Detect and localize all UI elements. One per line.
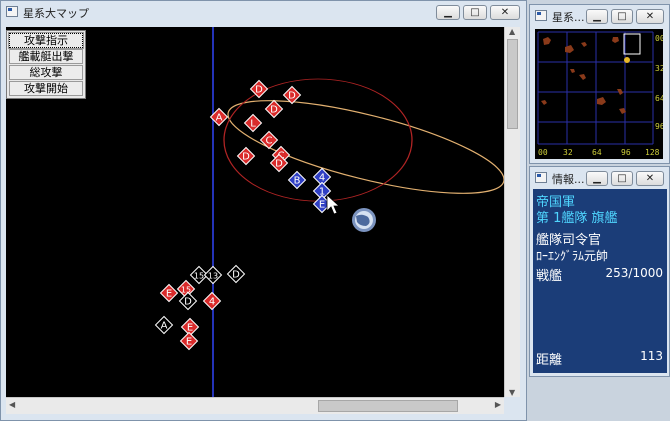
ship-type-label: 戦艦 <box>536 269 563 284</box>
minimap-app-icon <box>535 10 547 21</box>
enemy-fleet-marker[interactable]: L <box>243 113 263 133</box>
command-menu: 攻撃指示 艦載艇出撃 総攻撃 攻撃開始 <box>6 30 86 99</box>
ship-count-value: 253/1000 <box>605 266 664 280</box>
minimap-window-title: 星系... <box>552 11 585 24</box>
info-window-title: 情報... <box>552 173 585 186</box>
svg-text:32: 32 <box>655 64 663 73</box>
svg-text:D: D <box>275 159 283 170</box>
all-out-attack-button[interactable]: 総攻撃 <box>9 65 83 80</box>
scroll-down-icon[interactable]: ▼ <box>509 388 515 397</box>
neutral-fleet-marker[interactable]: 13 <box>203 265 223 285</box>
minimap-maximize-button[interactable]: □ <box>611 9 633 24</box>
role-label: 艦隊司令官 <box>536 233 602 248</box>
map-units: DDDALCCDDB41EE154EE1513DDA <box>154 79 332 351</box>
minimap-axis-right: 00 32 64 96 <box>655 34 665 131</box>
planet[interactable] <box>352 208 376 232</box>
enemy-fleet-marker[interactable]: E <box>179 331 199 351</box>
app-icon <box>6 6 18 17</box>
svg-text:15: 15 <box>194 272 204 281</box>
svg-text:64: 64 <box>592 148 602 157</box>
info-app-icon <box>535 172 547 183</box>
main-titlebar[interactable]: 星系大マップ ▁ □ ✕ <box>1 1 526 23</box>
svg-text:A: A <box>161 321 168 332</box>
scroll-up-icon[interactable]: ▲ <box>509 27 515 36</box>
minimap-nebulae <box>541 37 626 114</box>
minimap[interactable]: 00 32 64 96 128 00 32 64 96 <box>535 29 665 159</box>
svg-text:96: 96 <box>655 122 663 131</box>
minimap-planet-icon <box>624 57 630 63</box>
maximize-button[interactable]: □ <box>463 5 487 20</box>
svg-text:D: D <box>242 152 250 163</box>
mouse-cursor-icon <box>326 194 341 215</box>
commander-name: ﾛｰｴﾝｸﾞﾗﾑ元帥 <box>536 249 609 263</box>
svg-text:E: E <box>319 200 325 211</box>
orbit-ellipse <box>227 100 504 194</box>
svg-text:4: 4 <box>209 297 215 308</box>
neutral-fleet-marker[interactable]: A <box>154 315 174 335</box>
neutral-fleet-marker[interactable]: D <box>178 291 198 311</box>
svg-text:128: 128 <box>645 148 660 157</box>
svg-text:D: D <box>232 270 240 281</box>
vertical-scrollbar[interactable]: ▲ ▼ <box>504 27 520 397</box>
svg-text:A: A <box>216 113 223 124</box>
neutral-fleet-marker[interactable]: D <box>226 264 246 284</box>
info-titlebar[interactable]: 情報... ▁ □ ✕ <box>530 167 669 189</box>
enemy-fleet-marker[interactable]: D <box>236 146 256 166</box>
svg-text:C: C <box>266 136 273 147</box>
enemy-fleet-marker[interactable]: D <box>264 99 284 119</box>
horizontal-scroll-thumb[interactable] <box>318 400 458 412</box>
attack-order-button[interactable]: 攻撃指示 <box>8 32 84 49</box>
svg-text:32: 32 <box>563 148 573 157</box>
scroll-right-icon[interactable]: ▶ <box>495 400 501 409</box>
horizontal-scrollbar[interactable]: ◀ ▶ <box>6 397 504 414</box>
minimap-close-button[interactable]: ✕ <box>636 9 664 24</box>
distance-value: 113 <box>640 349 663 363</box>
svg-text:D: D <box>184 297 192 308</box>
minimap-titlebar[interactable]: 星系... ▁ □ ✕ <box>530 5 669 27</box>
main-window-title: 星系大マップ <box>23 7 89 20</box>
close-button[interactable]: ✕ <box>490 5 520 20</box>
info-close-button[interactable]: ✕ <box>636 171 664 186</box>
minimize-button[interactable]: ▁ <box>436 5 460 20</box>
svg-text:D: D <box>270 105 278 116</box>
svg-text:13: 13 <box>208 272 218 281</box>
scroll-left-icon[interactable]: ◀ <box>9 400 15 409</box>
svg-text:96: 96 <box>621 148 631 157</box>
svg-text:D: D <box>288 91 296 102</box>
enemy-fleet-marker[interactable]: 4 <box>202 291 222 311</box>
minimap-axis-bottom: 00 32 64 96 128 <box>538 148 660 157</box>
svg-text:B: B <box>294 176 301 187</box>
svg-text:00: 00 <box>538 148 548 157</box>
svg-text:15: 15 <box>181 286 191 295</box>
svg-text:00: 00 <box>655 34 663 43</box>
info-maximize-button[interactable]: □ <box>611 171 633 186</box>
unit-label: 第 1艦隊 旗艦 <box>536 211 618 226</box>
start-attack-button[interactable]: 攻撃開始 <box>9 81 83 96</box>
svg-text:E: E <box>187 323 193 334</box>
ally-fleet-marker[interactable]: B <box>287 170 307 190</box>
minimap-viewport[interactable] <box>623 33 641 55</box>
info-panel: 帝国軍 第 1艦隊 旗艦 艦隊司令官 ﾛｰｴﾝｸﾞﾗﾑ元帥 戦艦 253/100… <box>533 189 667 373</box>
distance-label: 距離 <box>536 353 563 368</box>
svg-text:64: 64 <box>655 94 663 103</box>
vertical-scroll-thumb[interactable] <box>507 39 518 129</box>
svg-text:E: E <box>186 337 192 348</box>
info-minimize-button[interactable]: ▁ <box>586 171 608 186</box>
svg-text:L: L <box>250 119 256 130</box>
enemy-fleet-marker[interactable]: C <box>259 130 279 150</box>
minimap-grid <box>537 31 654 145</box>
enemy-fleet-marker[interactable]: E <box>159 283 179 303</box>
svg-text:E: E <box>166 289 172 300</box>
launch-fighters-button[interactable]: 艦載艇出撃 <box>9 49 83 64</box>
enemy-fleet-marker[interactable]: D <box>249 79 269 99</box>
minimap-minimize-button[interactable]: ▁ <box>586 9 608 24</box>
svg-text:D: D <box>255 85 263 96</box>
